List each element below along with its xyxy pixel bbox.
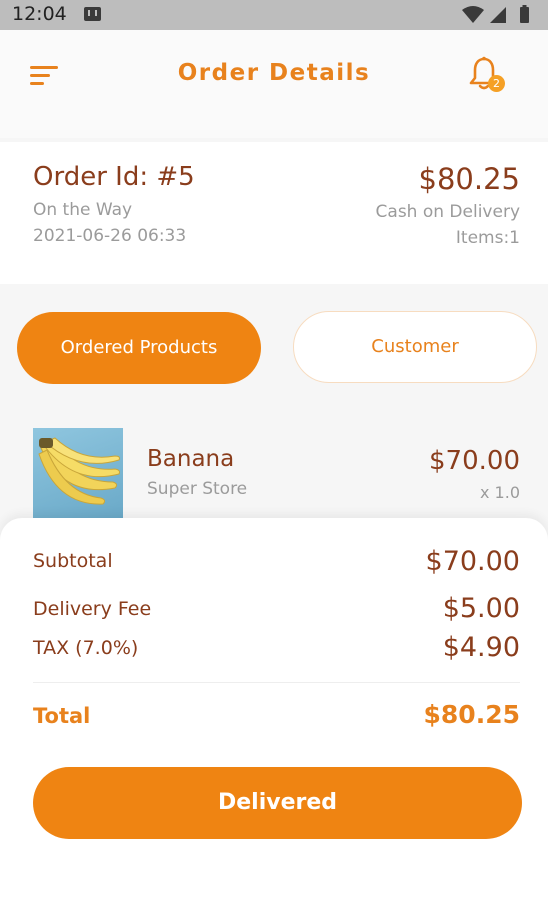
total-label: Total (33, 704, 91, 728)
tax-label: TAX (7.0%) (33, 637, 139, 659)
summary-divider (33, 682, 520, 683)
product-image (33, 428, 123, 518)
order-id: Order Id: #5 (33, 162, 195, 192)
payment-method: Cash on Delivery (375, 202, 520, 222)
tab-ordered-products[interactable]: Ordered Products (17, 312, 261, 384)
order-summary: Subtotal $70.00 Delivery Fee $5.00 TAX (… (0, 518, 548, 900)
order-datetime: 2021-06-26 06:33 (33, 226, 187, 246)
signal-icon (490, 7, 506, 23)
order-details-screen: 12:04 Order Details 2 Order Id: #5 On th… (0, 0, 548, 900)
subtotal-label: Subtotal (33, 550, 113, 572)
tab-customer[interactable]: Customer (293, 311, 537, 383)
delivered-button[interactable]: Delivered (33, 767, 522, 839)
item-count: Items:1 (455, 228, 520, 248)
wifi-icon (462, 6, 484, 23)
notifications-button[interactable]: 2 (468, 56, 508, 100)
product-quantity: x 1.0 (480, 483, 520, 502)
total-value: $80.25 (423, 700, 520, 729)
notification-badge: 2 (488, 75, 505, 92)
product-store: Super Store (147, 479, 248, 499)
tax-value: $4.90 (442, 632, 520, 663)
order-total: $80.25 (418, 162, 520, 196)
status-time: 12:04 (12, 3, 67, 25)
banana-icon (38, 437, 120, 505)
battery-icon (520, 7, 529, 23)
product-name: Banana (147, 446, 235, 472)
status-bar: 12:04 (0, 0, 548, 30)
delivery-fee-label: Delivery Fee (33, 598, 152, 620)
order-status: On the Way (33, 200, 133, 220)
product-price: $70.00 (429, 446, 520, 476)
app-header: Order Details 2 (0, 30, 548, 138)
subtotal-value: $70.00 (425, 546, 520, 577)
order-info-card: Order Id: #5 On the Way 2021-06-26 06:33… (0, 142, 548, 284)
page-title: Order Details (177, 60, 371, 86)
delivery-fee-value: $5.00 (442, 593, 520, 624)
message-icon (84, 7, 101, 21)
system-icons (462, 5, 529, 23)
